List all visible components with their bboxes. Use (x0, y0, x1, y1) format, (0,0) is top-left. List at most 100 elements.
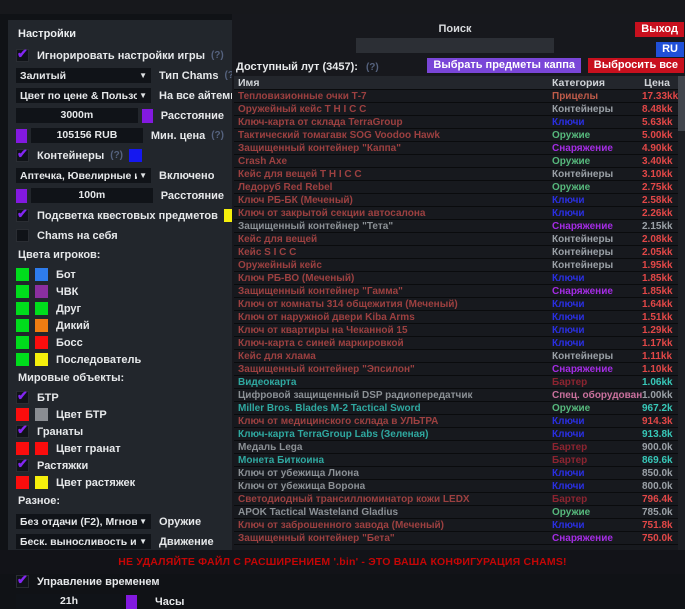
player-color-swatch-2[interactable] (35, 353, 48, 366)
distance-slider-handle[interactable] (142, 109, 153, 123)
table-row[interactable]: Crash AxeОружие3.40kk (234, 155, 678, 168)
tripwire-color-swatch-2[interactable] (35, 476, 48, 489)
table-row[interactable]: Тактический томагавк SOG Voodoo HawkОруж… (234, 129, 678, 142)
item-price: 2.75kk (642, 182, 678, 193)
btr-color-swatch-1[interactable] (16, 408, 29, 421)
player-colors-title: Цвета игроков: (18, 249, 224, 261)
player-color-swatch-1[interactable] (16, 268, 29, 281)
container-distance-input[interactable]: 100m (31, 188, 153, 203)
column-header-price[interactable]: Цена (642, 77, 678, 89)
table-row[interactable]: Защищенный контейнер "Бета"Снаряжение750… (234, 532, 678, 545)
table-row[interactable]: ВидеокартаБартер1.06kk (234, 376, 678, 389)
table-row[interactable]: Монета БиткоинаБартер869.6k (234, 454, 678, 467)
table-row[interactable]: Ключ от убежища ВоронаКлючи800.0k (234, 480, 678, 493)
table-row[interactable]: Ключ от медицинского склада в УЛЬТРАКлюч… (234, 415, 678, 428)
player-color-swatch-1[interactable] (16, 319, 29, 332)
item-name: APOK Tactical Wasteland Gladius (234, 507, 552, 518)
table-row[interactable]: Кейс для хламаКонтейнеры1.11kk (234, 350, 678, 363)
select-kappa-items-button[interactable]: Выбрать предметы каппа (427, 58, 581, 73)
container-distance-slider-handle[interactable] (16, 189, 27, 203)
containers-color-swatch[interactable] (129, 149, 142, 162)
item-price: 1.11kk (642, 351, 678, 362)
table-row[interactable]: Медаль LegaБартер900.0k (234, 441, 678, 454)
containers-checkbox[interactable]: ✔ (16, 149, 29, 162)
table-row[interactable]: Кейс для вещейКонтейнеры2.08kk (234, 233, 678, 246)
player-color-swatch-1[interactable] (16, 302, 29, 315)
distance-input[interactable]: 3000m (16, 108, 138, 123)
grenade-color-swatch-2[interactable] (35, 442, 48, 455)
table-row[interactable]: Ключ РБ-ВО (Меченый)Ключи1.85kk (234, 272, 678, 285)
table-row[interactable]: Ключ РБ-БК (Меченый)Ключи2.58kk (234, 194, 678, 207)
min-price-slider-handle[interactable] (16, 129, 27, 143)
player-color-swatch-2[interactable] (35, 319, 48, 332)
table-row[interactable]: Ключ от квартиры на Чеканной 15Ключи1.29… (234, 324, 678, 337)
player-color-swatch-2[interactable] (35, 336, 48, 349)
chams-type-dropdown[interactable]: Залитый ▼ (16, 68, 151, 83)
column-header-category[interactable]: Категория (552, 77, 642, 89)
table-row[interactable]: Miller Bros. Blades M-2 Tactical SwordОр… (234, 402, 678, 415)
ignore-game-settings-checkbox[interactable]: ✔ (16, 49, 29, 62)
grenades-checkbox[interactable]: ✔ (16, 425, 29, 438)
table-row[interactable]: Защищенный контейнер "Тета"Снаряжение2.1… (234, 220, 678, 233)
grenade-color-swatch-1[interactable] (16, 442, 29, 455)
table-row[interactable]: Ключ от закрытой секции автосалонаКлючи2… (234, 207, 678, 220)
item-category: Контейнеры (552, 104, 642, 115)
quest-highlight-checkbox[interactable]: ✔ (16, 209, 29, 222)
table-row[interactable]: Цифровой защищенный DSP радиопередатчикС… (234, 389, 678, 402)
exit-button[interactable]: Выход (635, 22, 684, 37)
hours-input[interactable]: 21h (16, 594, 122, 609)
table-row[interactable]: Тепловизионные очки Т-7Прицелы17.33kk (234, 90, 678, 103)
player-color-row: Дикий (16, 319, 224, 332)
weapon-dropdown[interactable]: Без отдачи (F2), Мгновенное п ▼ (16, 514, 151, 529)
player-color-swatch-2[interactable] (35, 302, 48, 315)
player-color-swatch-1[interactable] (16, 353, 29, 366)
time-control-checkbox[interactable]: ✔ (16, 575, 29, 588)
item-name: Монета Биткоина (234, 455, 552, 466)
language-button[interactable]: RU (656, 42, 684, 57)
item-price: 1.06kk (642, 377, 678, 388)
table-row[interactable]: Ключ от комнаты 314 общежития (Меченый)К… (234, 298, 678, 311)
player-color-swatch-2[interactable] (35, 268, 48, 281)
table-row[interactable]: Ключ от заброшенного завода (Меченый)Клю… (234, 519, 678, 532)
player-color-swatch-2[interactable] (35, 285, 48, 298)
table-row[interactable]: Ключ-карта TerraGroup Labs (Зеленая)Ключ… (234, 428, 678, 441)
table-row[interactable]: Защищенный контейнер "Эпсилон"Снаряжение… (234, 363, 678, 376)
tripwires-checkbox[interactable]: ✔ (16, 459, 29, 472)
btr-checkbox[interactable]: ✔ (16, 391, 29, 404)
table-row[interactable]: Ключ-карта с синей маркировкойКлючи1.17k… (234, 337, 678, 350)
help-marker[interactable]: (?) (211, 50, 224, 61)
help-marker[interactable]: (?) (110, 150, 123, 161)
table-row[interactable]: Защищенный контейнер "Каппа"Снаряжение4.… (234, 142, 678, 155)
movement-dropdown[interactable]: Беск. выносливость и нет уста ▼ (16, 534, 151, 549)
item-category: Оружие (552, 403, 642, 414)
hours-slider-handle[interactable] (126, 595, 137, 609)
item-price: 17.33kk (642, 91, 678, 102)
tripwire-color-swatch-1[interactable] (16, 476, 29, 489)
scrollbar-track[interactable] (678, 76, 685, 550)
table-row[interactable]: Защищенный контейнер "Гамма"Снаряжение1.… (234, 285, 678, 298)
min-price-input[interactable]: 105156 RUB (31, 128, 143, 143)
table-row[interactable]: Ледоруб Red RebelОружие2.75kk (234, 181, 678, 194)
table-row[interactable]: Кейс для вещей T H I C CКонтейнеры3.10kk (234, 168, 678, 181)
table-row[interactable]: Ключ от убежища ЛионаКлючи850.0k (234, 467, 678, 480)
color-mode-dropdown[interactable]: Цвет по цене & Пользователь ▼ (16, 88, 151, 103)
column-header-name[interactable]: Имя (234, 77, 552, 89)
table-row[interactable]: Светодиодный трансиллюминатор кожи LEDXБ… (234, 493, 678, 506)
chams-self-checkbox[interactable] (16, 229, 29, 242)
table-row[interactable]: Оружейный кейс T H I C CКонтейнеры8.48kk (234, 103, 678, 116)
search-input[interactable] (356, 38, 554, 53)
scrollbar-thumb[interactable] (678, 76, 685, 131)
table-row[interactable]: Ключ-карта от склада TerraGroupКлючи5.63… (234, 116, 678, 129)
help-marker[interactable]: (?) (366, 62, 379, 73)
help-marker[interactable]: (?) (211, 130, 224, 141)
item-name: Защищенный контейнер "Каппа" (234, 143, 552, 154)
table-row[interactable]: Кейс S I C CКонтейнеры2.05kk (234, 246, 678, 259)
discard-all-button[interactable]: Выбросить все (588, 58, 684, 73)
table-row[interactable]: Ключ от наружной двери Kiba ArmsКлючи1.5… (234, 311, 678, 324)
table-row[interactable]: Оружейный кейсКонтейнеры1.95kk (234, 259, 678, 272)
player-color-swatch-1[interactable] (16, 336, 29, 349)
containers-filter-dropdown[interactable]: Аптечка, Ювелирные и... ▼ (16, 168, 151, 183)
table-row[interactable]: APOK Tactical Wasteland GladiusОружие785… (234, 506, 678, 519)
player-color-swatch-1[interactable] (16, 285, 29, 298)
btr-color-swatch-2[interactable] (35, 408, 48, 421)
